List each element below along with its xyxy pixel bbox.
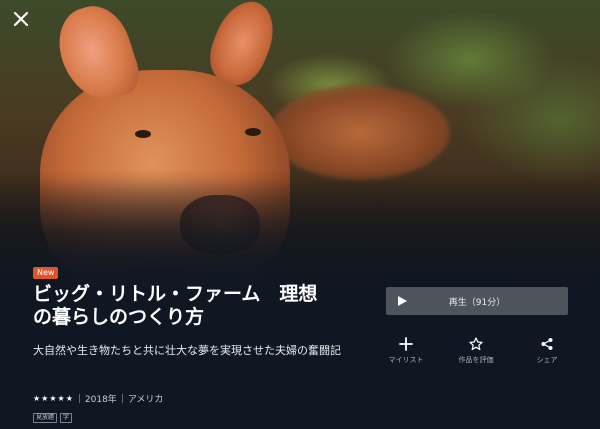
new-badge: New — [33, 267, 59, 279]
tag-subtitles: 字 — [60, 413, 73, 423]
meta-separator: | — [77, 393, 81, 404]
country: アメリカ — [127, 395, 164, 405]
release-year: 2018年 — [84, 395, 117, 405]
background-piglet — [270, 85, 450, 180]
rate-button[interactable]: 作品を評価 — [446, 337, 506, 365]
play-icon — [398, 296, 407, 306]
rate-label: 作品を評価 — [458, 356, 494, 364]
play-label: 再生（91分） — [448, 297, 506, 308]
hero-fade — [0, 180, 600, 300]
page-title: ビッグ・リトル・ファーム 理想の暮らしのつくり方 — [33, 283, 318, 328]
share-button[interactable]: シェア — [517, 337, 577, 365]
share-icon — [541, 338, 553, 350]
hero-image — [0, 0, 600, 300]
meta-row: ★★★★★ | 2018年 | アメリカ — [33, 392, 164, 406]
meta-separator: | — [120, 393, 124, 404]
tag-list: 見放題 字 — [33, 413, 73, 423]
close-icon — [13, 11, 29, 27]
title-detail-screen: New ビッグ・リトル・ファーム 理想の暮らしのつくり方 大自然や生き物たちと共… — [0, 0, 600, 429]
close-button[interactable] — [10, 8, 32, 30]
plus-icon — [399, 337, 413, 351]
mylist-button[interactable]: マイリスト — [376, 337, 436, 365]
piglet-eye-right — [245, 128, 261, 136]
rating-stars: ★★★★★ — [33, 394, 74, 403]
mylist-label: マイリスト — [388, 356, 424, 364]
share-label: シェア — [536, 356, 558, 364]
play-button[interactable]: 再生（91分） — [386, 287, 568, 315]
tag-unlimited: 見放題 — [33, 413, 58, 423]
synopsis: 大自然や生き物たちと共に壮大な夢を実現させた夫婦の奮闘記 — [33, 344, 341, 357]
star-outline-icon — [469, 337, 483, 351]
piglet-eye-left — [135, 130, 151, 138]
